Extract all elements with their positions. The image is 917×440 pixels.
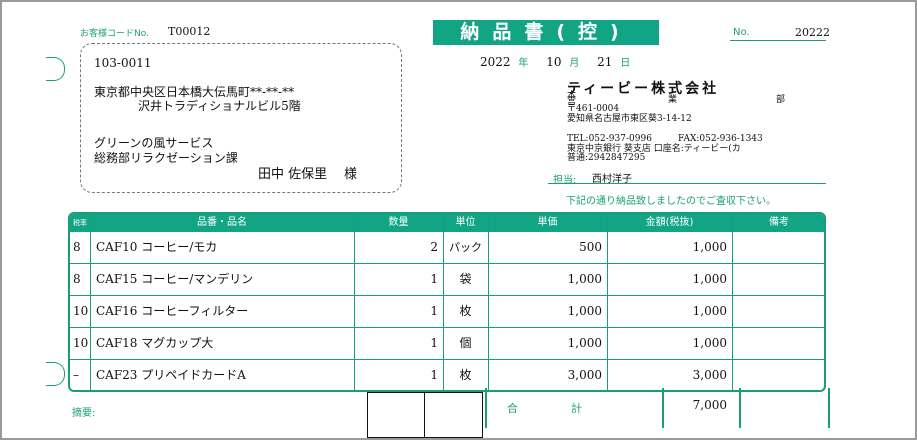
issuer-tel: TEL:052-937-0996 (567, 134, 652, 144)
recipient-person: 田中 佐保里 (258, 167, 328, 182)
issuer-company-name: ティービー株式会社 (567, 81, 720, 97)
cell-quantity: 1 (430, 336, 438, 350)
header-unit: 単位 (455, 217, 476, 228)
issuer-gyo: 業 (668, 95, 678, 105)
cell-unit-price: 3,000 (567, 368, 602, 382)
stamp-box-left (367, 392, 426, 438)
punch-hole-mark-top (46, 57, 65, 81)
date-day-label: 日 (620, 58, 631, 69)
header-remarks: 備考 (769, 217, 789, 228)
column-divider (732, 214, 733, 390)
header-unit-price: 単価 (537, 217, 558, 228)
issuer-postal: 〒461-0004 (567, 104, 620, 114)
cell-unit-price: 1,000 (567, 336, 602, 350)
cell-quantity: 1 (430, 368, 438, 382)
tanto-underline (548, 183, 826, 184)
recipient-department: 総務部リラクゼーション課 (94, 151, 238, 165)
total-section: 合 計 7,000 (485, 388, 830, 428)
cell-unit: 枚 (459, 304, 472, 318)
header-amount: 金額(税抜) (645, 217, 694, 228)
cell-quantity: 1 (430, 304, 438, 318)
cell-quantity: 1 (430, 272, 438, 286)
header-item-name: 品番・品名 (197, 217, 247, 228)
cell-amount: 1,000 (692, 304, 727, 318)
stamp-box-right (424, 392, 483, 438)
column-divider (90, 214, 91, 390)
recipient-honorific: 様 (344, 167, 358, 182)
document-title: 納品書(控) (433, 20, 659, 45)
recipient-postal-code: 103-0011 (94, 56, 152, 70)
total-amount: 7,000 (692, 398, 727, 412)
cell-tax-rate: 10 (73, 304, 89, 318)
items-table: 税率 品番・品名 数量 単位 単価 金額(税抜) 備考 8 CAF10 コーヒー… (68, 212, 826, 392)
issuer-fax: FAX:052-936-1343 (678, 134, 763, 144)
header-tax-rate: 税率 (73, 219, 87, 227)
cell-amount: 1,000 (692, 272, 727, 286)
issuer-address: 愛知県名古屋市東区葵3-14-12 (567, 114, 692, 124)
cell-item-name: CAF16 コーヒーフィルター (96, 304, 249, 318)
cell-tax-rate: – (73, 368, 79, 382)
cell-unit: 個 (459, 336, 472, 350)
date-year-label: 年 (518, 58, 529, 69)
customer-code-label: お客様コードNo. (80, 29, 149, 39)
cell-unit-price: 500 (579, 240, 602, 254)
cell-item-name: CAF10 コーヒー/モカ (96, 240, 218, 254)
cell-unit-price: 1,000 (567, 272, 602, 286)
date-month: 10 (546, 55, 562, 69)
cell-tax-rate: 10 (73, 336, 89, 350)
total-label-1: 合 (507, 402, 518, 415)
cell-item-name: CAF15 コーヒー/マンデリン (96, 272, 254, 286)
cell-amount: 3,000 (692, 368, 727, 382)
table-header: 税率 品番・品名 数量 単位 単価 金額(税抜) 備考 (70, 214, 824, 232)
cell-tax-rate: 8 (73, 240, 81, 254)
delivery-notice: 下記の通り納品致しましたのでご査収下さい。 (566, 196, 776, 207)
customer-code-value: T00012 (168, 25, 211, 38)
cell-unit: 袋 (459, 272, 472, 286)
remarks-label: 摘要: (72, 408, 96, 419)
total-divider (739, 388, 741, 428)
cell-unit: 枚 (459, 368, 472, 382)
issue-date: 2022 年 10 月 21 日 (480, 54, 630, 69)
doc-number-label: No. (733, 27, 750, 38)
cell-amount: 1,000 (692, 240, 727, 254)
header-quantity: 数量 (388, 217, 409, 228)
cell-tax-rate: 8 (73, 272, 81, 286)
cell-unit: パック (449, 241, 482, 254)
punch-hole-mark-bottom (46, 362, 65, 386)
date-month-label: 月 (569, 58, 580, 69)
cell-quantity: 2 (430, 240, 438, 254)
cell-item-name: CAF23 プリペイドカードA (96, 368, 246, 382)
date-year: 2022 (480, 55, 511, 69)
cell-item-name: CAF18 マグカップ大 (96, 336, 214, 350)
issuer-account: 普通:2942847295 (567, 153, 646, 163)
recipient-address-line2: 沢井トラディショナルビル5階 (138, 99, 301, 113)
cell-amount: 1,000 (692, 336, 727, 350)
cell-unit-price: 1,000 (567, 304, 602, 318)
total-label-2: 計 (571, 402, 582, 415)
doc-number-value: 20222 (795, 26, 830, 39)
doc-number-underline (730, 40, 826, 41)
issuer-bu: 部 (776, 95, 786, 105)
date-day: 21 (597, 55, 613, 69)
